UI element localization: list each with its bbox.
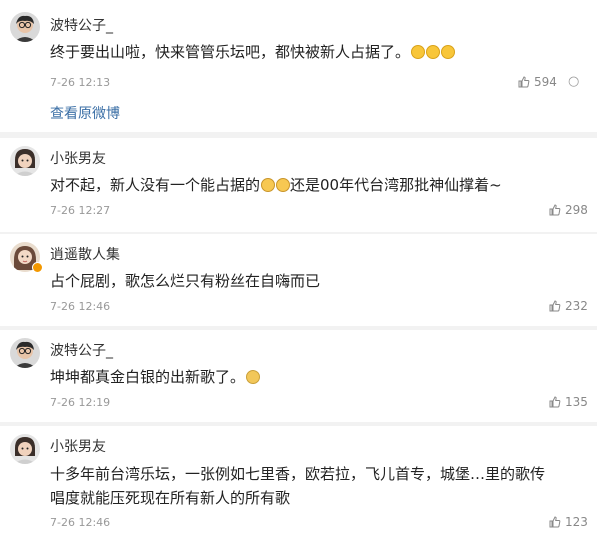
crying-emoji-icon bbox=[441, 45, 456, 59]
comment-text-part-1: 对不起，新人没有一个能占据的 bbox=[50, 176, 261, 194]
comment-card: 小张男友 对不起，新人没有一个能占据的 还是00年代台湾那批神仙撑着~ 7-26 … bbox=[0, 138, 597, 232]
comment-text-part-2: 还是00年代台湾那批神仙撑着~ bbox=[290, 176, 502, 194]
comment-text-body: 终于要出山啦，快来管管乐坛吧，都快被新人占据了。 bbox=[50, 43, 411, 61]
timestamp: 7-26 12:13 bbox=[50, 76, 111, 89]
view-original-weibo-link[interactable]: 查看原微博 bbox=[50, 103, 120, 123]
avatar[interactable] bbox=[10, 146, 40, 176]
avatar[interactable] bbox=[10, 12, 40, 42]
like-count: 298 bbox=[565, 203, 588, 217]
like-count: 594 bbox=[534, 75, 557, 89]
comment-card: 逍遥散人集 占个屁剧，歌怎么烂只有粉丝在自嗨而已 7-26 12:46 232 bbox=[0, 234, 597, 326]
thumbs-up-icon bbox=[549, 396, 561, 408]
verified-badge-icon bbox=[32, 262, 43, 273]
username[interactable]: 小张男友 bbox=[50, 436, 106, 456]
crying-emoji-icon bbox=[411, 45, 426, 59]
like-button[interactable]: 232 bbox=[549, 299, 588, 313]
comment-text: 坤坤都真金白银的出新歌了。 bbox=[50, 365, 261, 389]
comment-card: 波特公子_ 终于要出山啦，快来管管乐坛吧，都快被新人占据了。 7-26 12:1… bbox=[0, 0, 597, 132]
username[interactable]: 波特公子_ bbox=[50, 340, 113, 360]
timestamp: 7-26 12:27 bbox=[50, 204, 111, 217]
avatar[interactable] bbox=[10, 434, 40, 464]
comment-text-body: 坤坤都真金白银的出新歌了。 bbox=[50, 368, 246, 386]
avatar[interactable] bbox=[10, 338, 40, 368]
thumbs-up-icon bbox=[549, 204, 561, 216]
thumbs-up-icon bbox=[549, 300, 561, 312]
like-count: 232 bbox=[565, 299, 588, 313]
comment-card: 波特公子_ 坤坤都真金白银的出新歌了。 7-26 12:19 135 bbox=[0, 330, 597, 422]
timestamp: 7-26 12:46 bbox=[50, 300, 111, 313]
username[interactable]: 波特公子_ bbox=[50, 15, 113, 35]
cat-emoji-icon bbox=[276, 178, 291, 192]
crying-emoji-icon bbox=[426, 45, 441, 59]
like-count: 123 bbox=[565, 515, 588, 529]
like-button[interactable]: 594 bbox=[518, 75, 557, 89]
timestamp: 7-26 12:46 bbox=[50, 516, 111, 529]
comment-text: 占个屁剧，歌怎么烂只有粉丝在自嗨而已 bbox=[50, 272, 321, 290]
comment-text: 终于要出山啦，快来管管乐坛吧，都快被新人占据了。 bbox=[50, 40, 456, 64]
timestamp: 7-26 12:19 bbox=[50, 396, 111, 409]
comment-text-line-2: 唱度就能压死现在所有新人的所有歌 bbox=[50, 489, 291, 507]
like-button[interactable]: 123 bbox=[549, 515, 588, 529]
thumbs-up-icon bbox=[549, 516, 561, 528]
like-button[interactable]: 298 bbox=[549, 203, 588, 217]
thumbs-up-icon bbox=[518, 76, 530, 88]
like-count: 135 bbox=[565, 395, 588, 409]
comment-card: 小张男友 十多年前台湾乐坛，一张例如七里香，欧若拉，飞儿首专，城堡…里的歌传 唱… bbox=[0, 426, 597, 543]
cat-emoji-icon bbox=[261, 178, 276, 192]
like-button[interactable]: 135 bbox=[549, 395, 588, 409]
username[interactable]: 逍遥散人集 bbox=[50, 244, 120, 264]
comment-text-line-1: 十多年前台湾乐坛，一张例如七里香，欧若拉，飞儿首专，城堡…里的歌传 bbox=[50, 465, 546, 483]
speechless-emoji-icon bbox=[246, 370, 261, 384]
username[interactable]: 小张男友 bbox=[50, 148, 106, 168]
more-options-icon[interactable]: ○ bbox=[568, 74, 579, 89]
comment-text: 对不起，新人没有一个能占据的 还是00年代台湾那批神仙撑着~ bbox=[50, 173, 502, 197]
